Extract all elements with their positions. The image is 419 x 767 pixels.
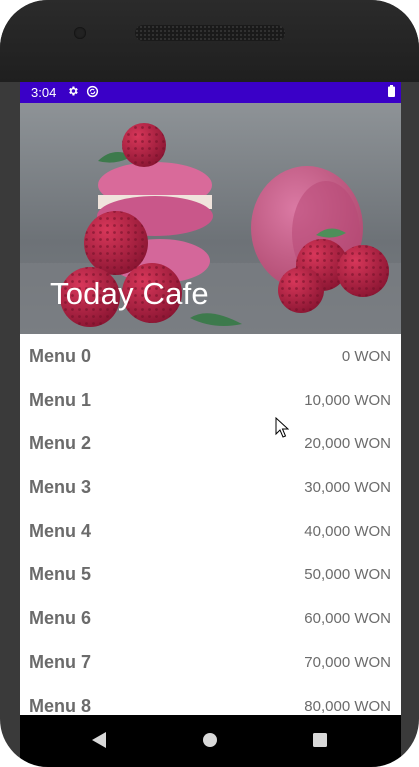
menu-item-price: 20,000 WON: [304, 435, 391, 453]
list-item[interactable]: Menu 0 0 WON: [20, 334, 401, 378]
earpiece-speaker: [135, 25, 285, 41]
menu-item-name: Menu 3: [29, 477, 92, 498]
menu-item-name: Menu 6: [29, 608, 92, 629]
list-item[interactable]: Menu 1 10,000 WON: [20, 378, 401, 422]
gear-icon: [69, 86, 78, 96]
sync-icon: [86, 85, 99, 98]
navigation-bar: [20, 715, 401, 767]
menu-item-price: 40,000 WON: [304, 522, 391, 540]
menu-item-name: Menu 0: [29, 346, 92, 366]
hero-banner: Today Cafe: [20, 103, 401, 334]
menu-item-name: Menu 5: [29, 564, 92, 585]
phone-bezel-top: [0, 0, 419, 82]
menu-item-name: Menu 8: [29, 695, 92, 716]
menu-item-price: 50,000 WON: [304, 566, 391, 584]
mouse-cursor-icon: [275, 417, 289, 438]
front-camera: [74, 27, 86, 39]
home-icon[interactable]: [203, 733, 217, 747]
menu-item-price: 0 WON: [341, 348, 391, 365]
list-item[interactable]: Menu 4 40,000 WON: [20, 509, 401, 553]
list-item[interactable]: Menu 6 60,000 WON: [20, 596, 401, 640]
phone-frame: 3:04 Today Cafe Menu 0 0 WON Menu 1 10,0…: [0, 0, 419, 767]
status-time: 3:04: [31, 85, 57, 100]
menu-item-name: Menu 1: [29, 389, 92, 410]
menu-item-price: 60,000 WON: [304, 610, 391, 628]
menu-item-price: 80,000 WON: [304, 697, 391, 715]
menu-item-price: 30,000 WON: [304, 479, 391, 497]
list-item[interactable]: Menu 3 30,000 WON: [20, 465, 401, 509]
battery-icon: [388, 85, 395, 97]
recents-icon[interactable]: [313, 733, 327, 747]
menu-item-name: Menu 7: [29, 651, 92, 672]
status-bar: 3:04: [20, 82, 401, 103]
back-icon[interactable]: [91, 731, 107, 749]
menu-item-name: Menu 2: [29, 433, 92, 454]
list-item[interactable]: Menu 2 20,000 WON: [20, 421, 401, 465]
menu-list[interactable]: Menu 0 0 WON Menu 1 10,000 WON Menu 2 20…: [20, 334, 401, 727]
menu-item-price: 70,000 WON: [304, 653, 391, 671]
list-item[interactable]: Menu 5 50,000 WON: [20, 552, 401, 596]
page-title: Today Cafe: [50, 276, 209, 311]
list-item[interactable]: Menu 7 70,000 WON: [20, 640, 401, 684]
app-screen: 3:04 Today Cafe Menu 0 0 WON Menu 1 10,0…: [20, 82, 401, 767]
menu-item-name: Menu 4: [29, 520, 92, 541]
menu-item-price: 10,000 WON: [304, 391, 391, 409]
